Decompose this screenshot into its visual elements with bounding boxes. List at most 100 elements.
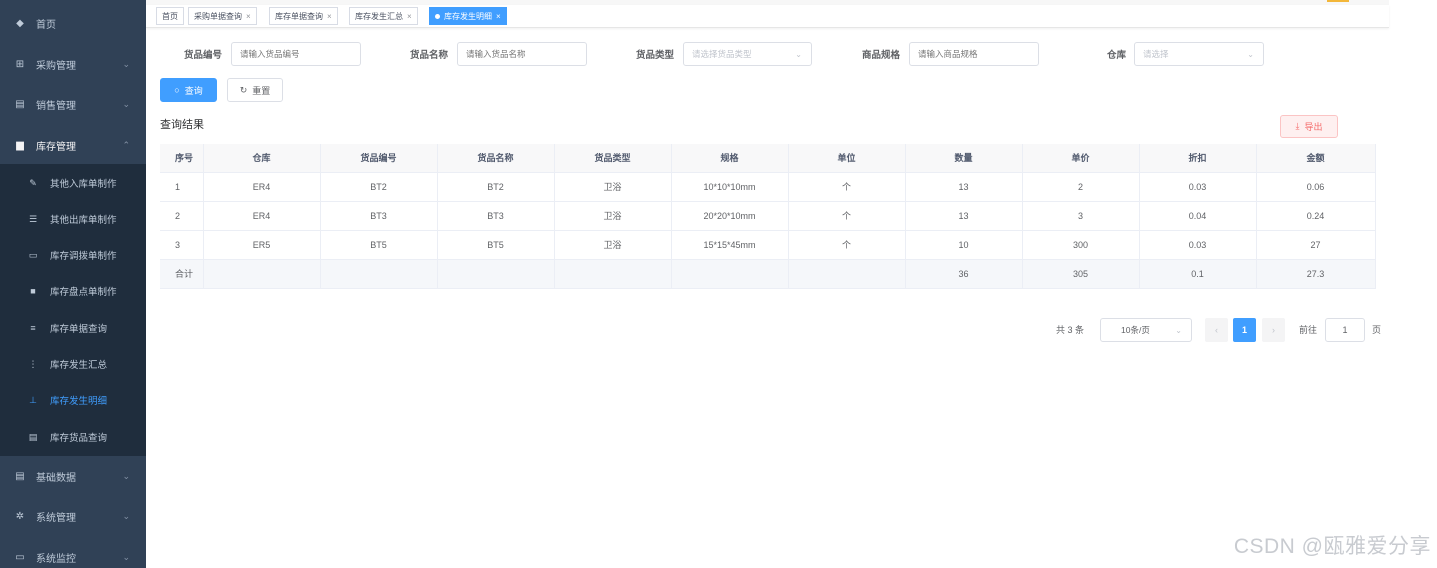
sidebar-item-sales[interactable]: ▤ 销售管理 ⌄ bbox=[0, 84, 146, 124]
tag-inventory-summary[interactable]: 库存发生汇总 × bbox=[349, 7, 418, 25]
sidebar-item-label: 销售管理 bbox=[36, 100, 76, 112]
table-header-row: 序号 仓库 货品编号 货品名称 货品类型 规格 单位 数量 单价 折扣 金额 bbox=[160, 144, 1376, 173]
summary-cell bbox=[203, 259, 321, 289]
page-number-button[interactable]: 1 bbox=[1233, 318, 1256, 342]
chevron-down-icon: ⌄ bbox=[122, 551, 130, 562]
close-icon[interactable]: × bbox=[246, 12, 251, 21]
table-cell: ER4 bbox=[203, 172, 321, 202]
goto-page-input[interactable] bbox=[1325, 318, 1365, 342]
table-cell: 10 bbox=[905, 230, 1023, 260]
submenu-item-detail[interactable]: ⊥ 库存发生明细 bbox=[0, 382, 146, 418]
sidebar-item-home[interactable]: ◆ 首页 bbox=[0, 3, 146, 43]
sidebar-item-label: 库存管理 bbox=[36, 141, 76, 153]
table-cell: 27 bbox=[1256, 230, 1376, 260]
table-cell: 3 bbox=[160, 230, 204, 260]
table-cell: 个 bbox=[788, 172, 906, 202]
warehouse-placeholder: 请选择 bbox=[1143, 49, 1169, 59]
sidebar-item-system[interactable]: ✲ 系统管理 ⌄ bbox=[0, 496, 146, 536]
chevron-down-icon: ⌄ bbox=[795, 49, 802, 59]
table-cell: 2 bbox=[1022, 172, 1140, 202]
tag-inventory-detail[interactable]: 库存发生明细 × bbox=[429, 7, 507, 25]
table-row[interactable]: 2 ER4 BT3 BT3 卫浴 20*20*10mm 个 13 3 0.04 … bbox=[160, 201, 1376, 231]
column-header: 货品编号 bbox=[320, 144, 438, 173]
submenu-item-other-inbound[interactable]: ✎ 其他入库单制作 bbox=[0, 165, 146, 201]
tree-list-icon: ⋮ bbox=[28, 358, 38, 369]
warehouse-label: 仓库 bbox=[1106, 50, 1126, 61]
submenu-item-stocktake[interactable]: ■ 库存盘点单制作 bbox=[0, 273, 146, 309]
table-summary-row: 合计 36 305 0.1 27.3 bbox=[160, 259, 1376, 289]
pagination-total: 共 3 条 bbox=[1056, 325, 1085, 335]
inventory-submenu: ✎ 其他入库单制作 ☰ 其他出库单制作 ▭ 库存调拨单制作 ■ 库存盘点单制作 … bbox=[0, 164, 146, 456]
database-icon: ▤ bbox=[15, 470, 25, 482]
square-icon: ■ bbox=[30, 286, 36, 296]
goods-code-input[interactable] bbox=[231, 42, 361, 66]
goods-name-label: 货品名称 bbox=[409, 50, 448, 61]
monitor-icon: ▭ bbox=[15, 551, 25, 563]
tag-home[interactable]: 首页 bbox=[156, 7, 184, 25]
monitor-icon: ▭ bbox=[28, 249, 38, 260]
table-row[interactable]: 3 ER5 BT5 BT5 卫浴 15*15*45mm 个 10 300 0.0… bbox=[160, 230, 1376, 260]
table-row[interactable]: 1 ER4 BT2 BT2 卫浴 10*10*10mm 个 13 2 0.03 … bbox=[160, 172, 1376, 202]
summary-cell: 合计 bbox=[160, 259, 204, 289]
column-header: 货品类型 bbox=[554, 144, 672, 173]
warehouse-select[interactable]: 请选择 ⌄ bbox=[1134, 42, 1264, 66]
document-icon: ▤ bbox=[28, 431, 38, 442]
close-icon[interactable]: × bbox=[496, 12, 501, 21]
query-button-label: 查询 bbox=[184, 85, 203, 96]
tag-inventory-doc-query[interactable]: 库存单据查询 × bbox=[269, 7, 338, 25]
goods-type-select[interactable]: 请选择货品类型 ⌄ bbox=[683, 42, 812, 66]
goods-name-input[interactable] bbox=[457, 42, 587, 66]
reset-button[interactable]: ↻ 重置 bbox=[227, 78, 283, 102]
submenu-item-transfer[interactable]: ▭ 库存调拨单制作 bbox=[0, 237, 146, 273]
close-icon[interactable]: × bbox=[407, 12, 412, 21]
tag-label: 库存单据查询 bbox=[275, 11, 323, 21]
export-button-label: 导出 bbox=[1304, 122, 1323, 132]
goods-type-placeholder: 请选择货品类型 bbox=[692, 49, 752, 59]
goto-label: 前往 bbox=[1299, 325, 1318, 335]
column-header: 折扣 bbox=[1139, 144, 1257, 173]
cart-icon: ⊞ bbox=[15, 58, 25, 70]
sidebar-item-label: 基础数据 bbox=[36, 472, 76, 484]
page-suffix-label: 页 bbox=[1372, 325, 1382, 335]
sidebar-item-base-data[interactable]: ▤ 基础数据 ⌄ bbox=[0, 456, 146, 496]
close-icon[interactable]: × bbox=[327, 12, 332, 21]
summary-cell bbox=[554, 259, 672, 289]
sidebar-item-purchase[interactable]: ⊞ 采购管理 ⌄ bbox=[0, 44, 146, 84]
table-cell: 卫浴 bbox=[554, 230, 672, 260]
chevron-up-icon: ⌃ bbox=[122, 139, 130, 150]
sidebar-item-label: 采购管理 bbox=[36, 60, 76, 72]
spec-input[interactable] bbox=[909, 42, 1039, 66]
chevron-down-icon: ⌄ bbox=[122, 470, 130, 481]
sidebar-item-label: 系统监控 bbox=[36, 553, 76, 565]
summary-cell: 36 bbox=[905, 259, 1023, 289]
export-button[interactable]: ⤓ 导出 bbox=[1280, 115, 1338, 138]
submenu-item-doc-query[interactable]: ≡ 库存单据查询 bbox=[0, 310, 146, 346]
submenu-item-summary[interactable]: ⋮ 库存发生汇总 bbox=[0, 346, 146, 382]
sidebar: ◆ 首页 ⊞ 采购管理 ⌄ ▤ 销售管理 ⌄ ▆ 库存管理 ⌃ ✎ 其他入库单制… bbox=[0, 0, 146, 568]
submenu-item-label: 库存盘点单制作 bbox=[50, 287, 117, 298]
sidebar-item-inventory[interactable]: ▆ 库存管理 ⌃ bbox=[0, 125, 146, 165]
summary-cell bbox=[788, 259, 906, 289]
next-page-button[interactable]: › bbox=[1262, 318, 1285, 342]
submenu-item-goods-query[interactable]: ▤ 库存货品查询 bbox=[0, 419, 146, 455]
column-header: 货品名称 bbox=[437, 144, 555, 173]
sidebar-item-monitor[interactable]: ▭ 系统监控 ⌄ bbox=[0, 537, 146, 568]
prev-page-button[interactable]: ‹ bbox=[1205, 318, 1228, 342]
summary-cell bbox=[437, 259, 555, 289]
page-size-select[interactable]: 10条/页 ⌄ bbox=[1100, 318, 1192, 342]
chevron-down-icon: ⌄ bbox=[1175, 325, 1182, 335]
table-cell: BT2 bbox=[437, 172, 555, 202]
table-cell: 2 bbox=[160, 201, 204, 231]
table-cell: 卫浴 bbox=[554, 201, 672, 231]
sidebar-item-label: 首页 bbox=[36, 19, 56, 31]
submenu-item-other-outbound[interactable]: ☰ 其他出库单制作 bbox=[0, 201, 146, 237]
table-cell: 10*10*10mm bbox=[671, 172, 789, 202]
chevron-down-icon: ⌄ bbox=[1247, 49, 1254, 59]
chevron-down-icon: ⌄ bbox=[122, 510, 130, 521]
table-cell: ER4 bbox=[203, 201, 321, 231]
goods-code-label: 货品编号 bbox=[183, 50, 222, 61]
tag-purchase-query[interactable]: 采购单据查询 × bbox=[188, 7, 257, 25]
chevron-down-icon: ⌄ bbox=[122, 98, 130, 109]
query-button[interactable]: ○ 查询 bbox=[160, 78, 217, 102]
tag-label: 首页 bbox=[162, 11, 178, 21]
